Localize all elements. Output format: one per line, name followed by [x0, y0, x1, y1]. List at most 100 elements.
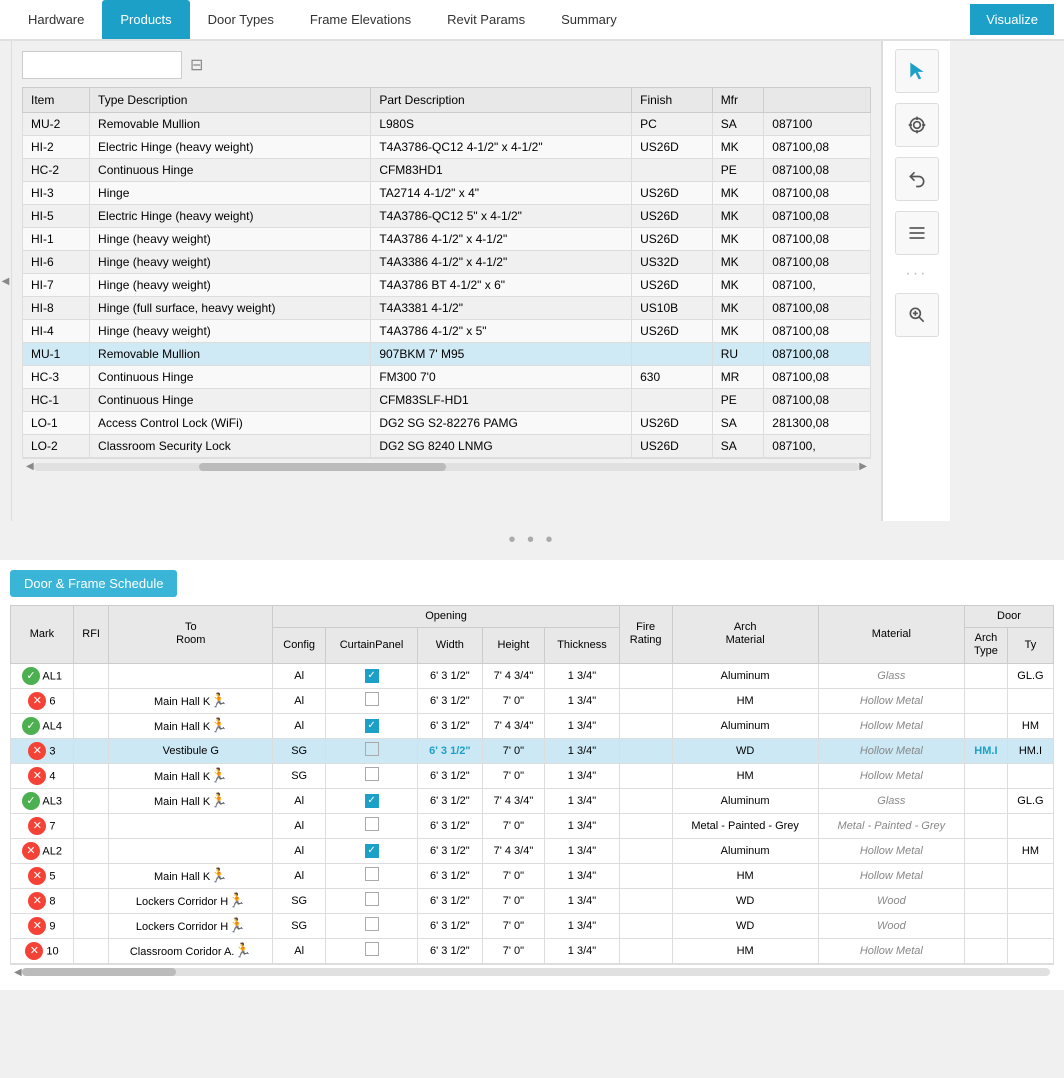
col-header-curtain[interactable]: CurtainPanel — [326, 628, 418, 663]
col-header-height[interactable]: Height — [482, 628, 544, 663]
visualize-button[interactable]: Visualize — [970, 4, 1054, 35]
cell-curtain[interactable] — [326, 863, 418, 888]
list-item[interactable]: ✓ AL1 Al ✓ 6' 3 1/2" 7' 4 3/4" 1 3/4" Al… — [11, 663, 1054, 688]
list-item[interactable]: ✕ 10 Classroom Coridor A.🏃 Al 6' 3 1/2" … — [11, 938, 1054, 963]
cell-curtain[interactable] — [326, 938, 418, 963]
col-header-ty[interactable]: Ty — [1007, 628, 1053, 663]
table-row[interactable]: MU-1 Removable Mullion 907BKM 7' M95 RU … — [23, 343, 871, 366]
table-row[interactable]: HI-8 Hinge (full surface, heavy weight) … — [23, 297, 871, 320]
tab-door-types[interactable]: Door Types — [190, 0, 292, 39]
list-item[interactable]: ✓ AL3 Main Hall K🏃 Al ✓ 6' 3 1/2" 7' 4 3… — [11, 788, 1054, 813]
schedule-hscroll-thumb[interactable] — [22, 968, 176, 976]
table-row[interactable]: HC-1 Continuous Hinge CFM83SLF-HD1 PE 08… — [23, 389, 871, 412]
curtain-checkbox-unchecked[interactable] — [365, 917, 379, 931]
cell-thickness: 1 3/4" — [545, 913, 620, 938]
col-header-item[interactable]: Item — [23, 88, 90, 113]
col-header-mark[interactable]: Mark — [11, 606, 74, 664]
cell-material: Hollow Metal — [818, 738, 964, 763]
tab-frame-elevations[interactable]: Frame Elevations — [292, 0, 429, 39]
cursor-icon[interactable] — [895, 49, 939, 93]
cell-curtain[interactable]: ✓ — [326, 838, 418, 863]
curtain-checkbox-unchecked[interactable] — [365, 767, 379, 781]
curtain-checkbox-unchecked[interactable] — [365, 867, 379, 881]
curtain-checkbox-checked[interactable]: ✓ — [365, 719, 379, 733]
table-row[interactable]: HI-3 Hinge TA2714 4-1/2" x 4" US26D MK 0… — [23, 182, 871, 205]
search-zoom-icon[interactable] — [895, 293, 939, 337]
schedule-hscroll[interactable]: ◀ — [10, 964, 1054, 980]
table-row[interactable]: HI-2 Electric Hinge (heavy weight) T4A37… — [23, 136, 871, 159]
curtain-checkbox-unchecked[interactable] — [365, 692, 379, 706]
list-item[interactable]: ✕ AL2 Al ✓ 6' 3 1/2" 7' 4 3/4" 1 3/4" Al… — [11, 838, 1054, 863]
list-item[interactable]: ✓ AL4 Main Hall K🏃 Al ✓ 6' 3 1/2" 7' 4 3… — [11, 713, 1054, 738]
tab-products[interactable]: Products — [102, 0, 189, 39]
col-header-finish[interactable]: Finish — [632, 88, 713, 113]
list-item[interactable]: ✕ 4 Main Hall K🏃 SG 6' 3 1/2" 7' 0" 1 3/… — [11, 763, 1054, 788]
hscroll-thumb[interactable] — [199, 463, 447, 471]
cell-curtain[interactable] — [326, 813, 418, 838]
tab-hardware[interactable]: Hardware — [10, 0, 102, 39]
list-item[interactable]: ✕ 5 Main Hall K🏃 Al 6' 3 1/2" 7' 0" 1 3/… — [11, 863, 1054, 888]
target-icon[interactable] — [895, 103, 939, 147]
back-icon[interactable] — [895, 157, 939, 201]
col-header-type-desc[interactable]: Type Description — [90, 88, 371, 113]
cell-width: 6' 3 1/2" — [418, 938, 483, 963]
curtain-checkbox-checked[interactable]: ✓ — [365, 669, 379, 683]
search-input[interactable] — [22, 51, 182, 79]
list-item[interactable]: ✕ 3 Vestibule G SG 6' 3 1/2" 7' 0" 1 3/4… — [11, 738, 1054, 763]
hscroll-track[interactable] — [34, 463, 860, 471]
col-header-rfi[interactable]: RFI — [73, 606, 108, 664]
curtain-checkbox-unchecked[interactable] — [365, 892, 379, 906]
cell-curtain[interactable]: ✓ — [326, 788, 418, 813]
table-row[interactable]: LO-1 Access Control Lock (WiFi) DG2 SG S… — [23, 412, 871, 435]
hscroll-right-arrow[interactable]: ▶ — [859, 461, 867, 472]
col-header-arch-material[interactable]: ArchMaterial — [672, 606, 818, 664]
schedule-hscroll-track[interactable] — [22, 968, 1050, 976]
products-hscroll[interactable]: ◀ ▶ — [22, 458, 871, 474]
table-row[interactable]: HC-2 Continuous Hinge CFM83HD1 PE 087100… — [23, 159, 871, 182]
status-badge-red: ✕ — [28, 817, 46, 835]
left-collapse-handle[interactable]: ◀ — [0, 41, 12, 521]
col-header-door-arch-type[interactable]: ArchType — [964, 628, 1007, 663]
list-item[interactable]: ✕ 8 Lockers Corridor H🏃 SG 6' 3 1/2" 7' … — [11, 888, 1054, 913]
filter-icon[interactable]: ⊟ — [190, 55, 203, 75]
tab-revit-params[interactable]: Revit Params — [429, 0, 543, 39]
col-header-width[interactable]: Width — [418, 628, 483, 663]
cell-curtain[interactable]: ✓ — [326, 663, 418, 688]
list-item[interactable]: ✕ 6 Main Hall K🏃 Al 6' 3 1/2" 7' 0" 1 3/… — [11, 688, 1054, 713]
curtain-checkbox-checked[interactable]: ✓ — [365, 794, 379, 808]
cell-curtain[interactable] — [326, 763, 418, 788]
schedule-hscroll-left[interactable]: ◀ — [14, 967, 22, 978]
list-item[interactable]: ✕ 7 Al 6' 3 1/2" 7' 0" 1 3/4" Metal - Pa… — [11, 813, 1054, 838]
cell-curtain[interactable] — [326, 738, 418, 763]
col-header-mfr[interactable]: Mfr — [712, 88, 764, 113]
list-item[interactable]: ✕ 9 Lockers Corridor H🏃 SG 6' 3 1/2" 7' … — [11, 913, 1054, 938]
cell-height: 7' 0" — [482, 738, 544, 763]
table-row[interactable]: HI-5 Electric Hinge (heavy weight) T4A37… — [23, 205, 871, 228]
col-header-config[interactable]: Config — [273, 628, 326, 663]
curtain-checkbox-unchecked[interactable] — [365, 742, 379, 756]
col-header-part-desc[interactable]: Part Description — [371, 88, 632, 113]
list-icon[interactable] — [895, 211, 939, 255]
curtain-checkbox-unchecked[interactable] — [365, 942, 379, 956]
col-header-material[interactable]: Material — [818, 606, 964, 664]
hscroll-left-arrow[interactable]: ◀ — [26, 461, 34, 472]
table-row[interactable]: LO-2 Classroom Security Lock DG2 SG 8240… — [23, 435, 871, 458]
cell-curtain[interactable] — [326, 913, 418, 938]
col-header-fire-rating[interactable]: FireRating — [619, 606, 672, 664]
cell-curtain[interactable] — [326, 888, 418, 913]
table-row[interactable]: HI-7 Hinge (heavy weight) T4A3786 BT 4-1… — [23, 274, 871, 297]
cell-curtain[interactable] — [326, 688, 418, 713]
col-header-thickness[interactable]: Thickness — [545, 628, 620, 663]
cell-mfr: MK — [712, 228, 764, 251]
table-row[interactable]: HI-1 Hinge (heavy weight) T4A3786 4-1/2"… — [23, 228, 871, 251]
cell-curtain[interactable]: ✓ — [326, 713, 418, 738]
cell-part-desc: DG2 SG S2-82276 PAMG — [371, 412, 632, 435]
table-row[interactable]: HC-3 Continuous Hinge FM300 7'0 630 MR 0… — [23, 366, 871, 389]
curtain-checkbox-unchecked[interactable] — [365, 817, 379, 831]
table-row[interactable]: HI-4 Hinge (heavy weight) T4A3786 4-1/2"… — [23, 320, 871, 343]
col-header-to-room[interactable]: ToRoom — [109, 606, 273, 664]
table-row[interactable]: HI-6 Hinge (heavy weight) T4A3386 4-1/2"… — [23, 251, 871, 274]
table-row[interactable]: MU-2 Removable Mullion L980S PC SA 08710… — [23, 113, 871, 136]
curtain-checkbox-checked[interactable]: ✓ — [365, 844, 379, 858]
tab-summary[interactable]: Summary — [543, 0, 635, 39]
